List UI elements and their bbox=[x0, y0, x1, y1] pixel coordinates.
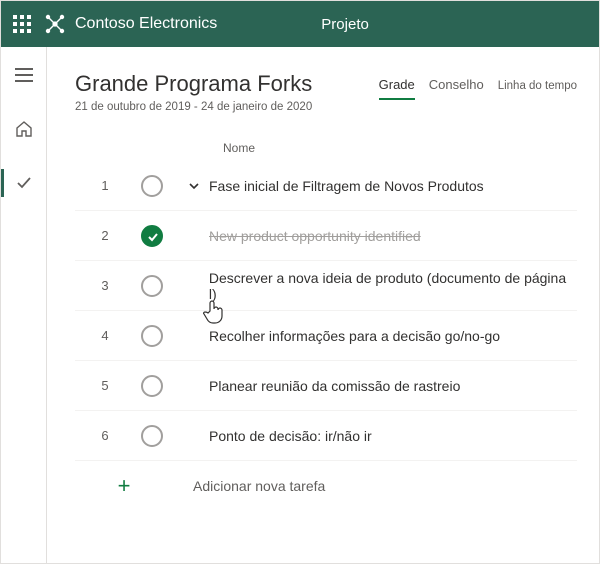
chevron-down-icon bbox=[188, 180, 200, 192]
nav-home-button[interactable] bbox=[1, 111, 47, 147]
org-name: Contoso Electronics bbox=[75, 15, 217, 33]
nav-menu-button[interactable] bbox=[1, 57, 47, 93]
task-complete-toggle[interactable] bbox=[141, 375, 163, 397]
task-complete-toggle[interactable] bbox=[141, 175, 163, 197]
table-row[interactable]: 6 Ponto de decisão: ir/não ir bbox=[75, 411, 577, 461]
nav-tasks-button[interactable] bbox=[1, 165, 47, 201]
task-complete-toggle[interactable] bbox=[141, 325, 163, 347]
app-name: Projeto bbox=[321, 16, 369, 33]
task-name: Recolher informações para a decisão go/n… bbox=[209, 328, 500, 344]
task-complete-toggle[interactable] bbox=[141, 275, 163, 297]
tab-timeline[interactable]: Linha do tempo bbox=[498, 80, 577, 98]
task-name: Fase inicial de Filtragem de Novos Produ… bbox=[209, 178, 484, 194]
task-name: New product opportunity identified bbox=[209, 228, 421, 244]
task-name: Ponto de decisão: ir/não ir bbox=[209, 428, 372, 444]
main-content: Grande Programa Forks 21 de outubro de 2… bbox=[47, 47, 599, 563]
home-icon bbox=[15, 120, 33, 138]
top-bar: Contoso Electronics Projeto bbox=[1, 1, 599, 47]
column-header-name: Nome bbox=[223, 141, 577, 155]
task-complete-toggle[interactable] bbox=[141, 425, 163, 447]
table-row[interactable]: 3 Descrever a nova ideia de produto (doc… bbox=[75, 261, 577, 311]
task-name: Descrever a nova ideia de produto (docum… bbox=[209, 270, 577, 302]
project-date-range: 21 de outubro de 2019 - 24 de janeiro de… bbox=[75, 101, 312, 113]
app-launcher-icon[interactable] bbox=[13, 15, 31, 33]
hamburger-icon bbox=[15, 68, 33, 82]
expand-toggle[interactable] bbox=[185, 180, 203, 192]
row-number: 4 bbox=[75, 328, 135, 343]
plus-icon: + bbox=[113, 475, 135, 497]
check-icon bbox=[146, 230, 160, 244]
table-row[interactable]: 2 New product opportunity identified bbox=[75, 211, 577, 261]
table-row[interactable]: 4 Recolher informações para a decisão go… bbox=[75, 311, 577, 361]
row-number: 3 bbox=[75, 278, 135, 293]
left-nav bbox=[1, 47, 47, 563]
add-task-label: Adicionar nova tarefa bbox=[193, 478, 325, 494]
row-number: 1 bbox=[75, 178, 135, 193]
row-number: 5 bbox=[75, 378, 135, 393]
row-number: 6 bbox=[75, 428, 135, 443]
table-row[interactable]: 1 Fase inicial de Filtragem de Novos Pro… bbox=[75, 161, 577, 211]
tab-grid[interactable]: Grade bbox=[379, 77, 415, 100]
brand-logo-icon bbox=[45, 14, 65, 34]
view-tabs: Grade Conselho Linha do tempo bbox=[379, 77, 577, 100]
checkmark-icon bbox=[15, 174, 33, 192]
row-number: 2 bbox=[75, 228, 135, 243]
tab-board[interactable]: Conselho bbox=[429, 77, 484, 98]
add-task-button[interactable]: + Adicionar nova tarefa bbox=[75, 461, 577, 511]
task-list: 1 Fase inicial de Filtragem de Novos Pro… bbox=[75, 161, 577, 511]
task-complete-toggle[interactable] bbox=[141, 225, 163, 247]
project-title: Grande Programa Forks bbox=[75, 71, 312, 97]
task-name: Planear reunião da comissão de rastreio bbox=[209, 378, 460, 394]
table-row[interactable]: 5 Planear reunião da comissão de rastrei… bbox=[75, 361, 577, 411]
brand: Contoso Electronics bbox=[45, 14, 217, 34]
